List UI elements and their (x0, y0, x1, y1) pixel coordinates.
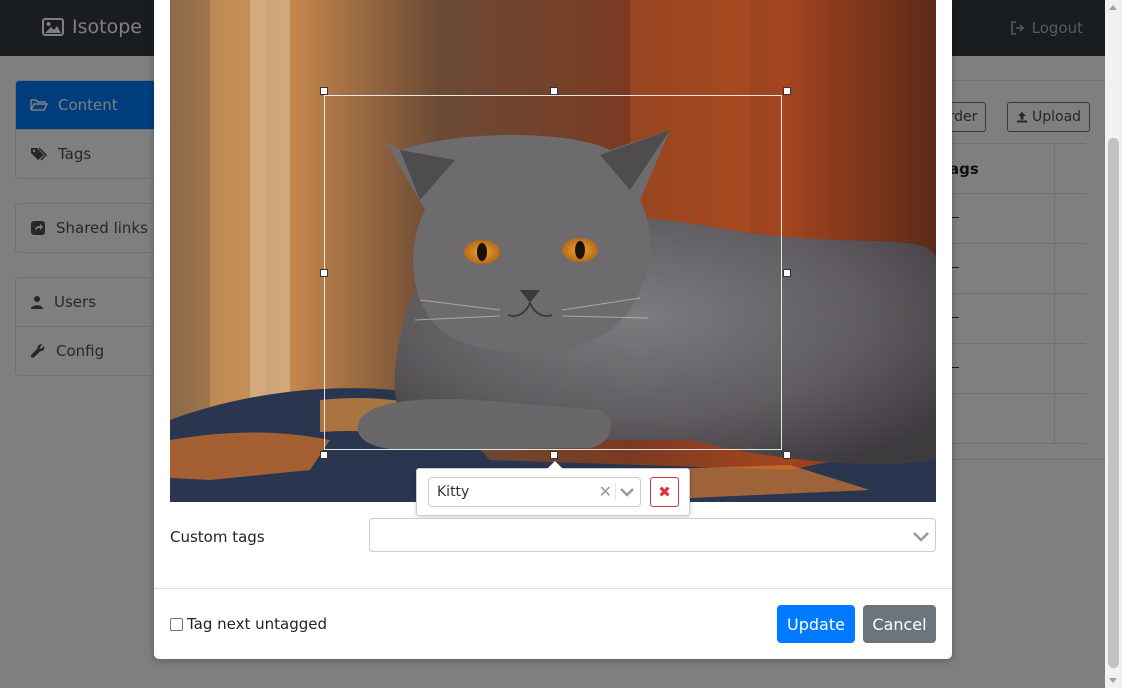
crop-handle-sw[interactable] (320, 451, 328, 459)
crop-handle-ne[interactable] (783, 87, 791, 95)
cancel-button[interactable]: Cancel (863, 605, 936, 643)
clear-icon[interactable]: ✕ (599, 484, 612, 500)
tag-next-untagged-checkbox[interactable] (170, 617, 183, 631)
tag-next-untagged[interactable]: Tag next untagged (170, 615, 327, 633)
crop-handle-se[interactable] (783, 451, 791, 459)
scroll-up-icon[interactable] (1109, 5, 1117, 10)
page-scrollbar[interactable] (1105, 0, 1122, 688)
tag-editor-modal: Kitty ✕ ✖ Custom tags Tag next untagged … (154, 0, 952, 659)
scroll-thumb[interactable] (1108, 138, 1119, 668)
scroll-down-icon[interactable] (1109, 678, 1117, 683)
region-tag-popup: Kitty ✕ ✖ (416, 461, 690, 516)
custom-tags-label: Custom tags (170, 528, 265, 546)
crop-handle-w[interactable] (320, 269, 328, 277)
crop-handle-e[interactable] (783, 269, 791, 277)
crop-handle-s[interactable] (550, 451, 558, 459)
crop-handle-nw[interactable] (320, 87, 328, 95)
crop-handle-n[interactable] (550, 87, 558, 95)
region-tag-value: Kitty (437, 484, 470, 500)
close-icon: ✖ (658, 483, 671, 501)
tag-next-untagged-label: Tag next untagged (187, 615, 328, 633)
custom-tags-select[interactable] (369, 518, 936, 552)
update-button[interactable]: Update (777, 605, 855, 643)
chevron-down-icon[interactable] (912, 528, 930, 544)
region-tag-select[interactable]: Kitty ✕ (428, 477, 641, 507)
delete-region-button[interactable]: ✖ (650, 477, 679, 507)
crop-region[interactable] (320, 87, 791, 459)
chevron-down-icon[interactable] (619, 485, 635, 499)
modal-footer-divider (154, 588, 952, 589)
